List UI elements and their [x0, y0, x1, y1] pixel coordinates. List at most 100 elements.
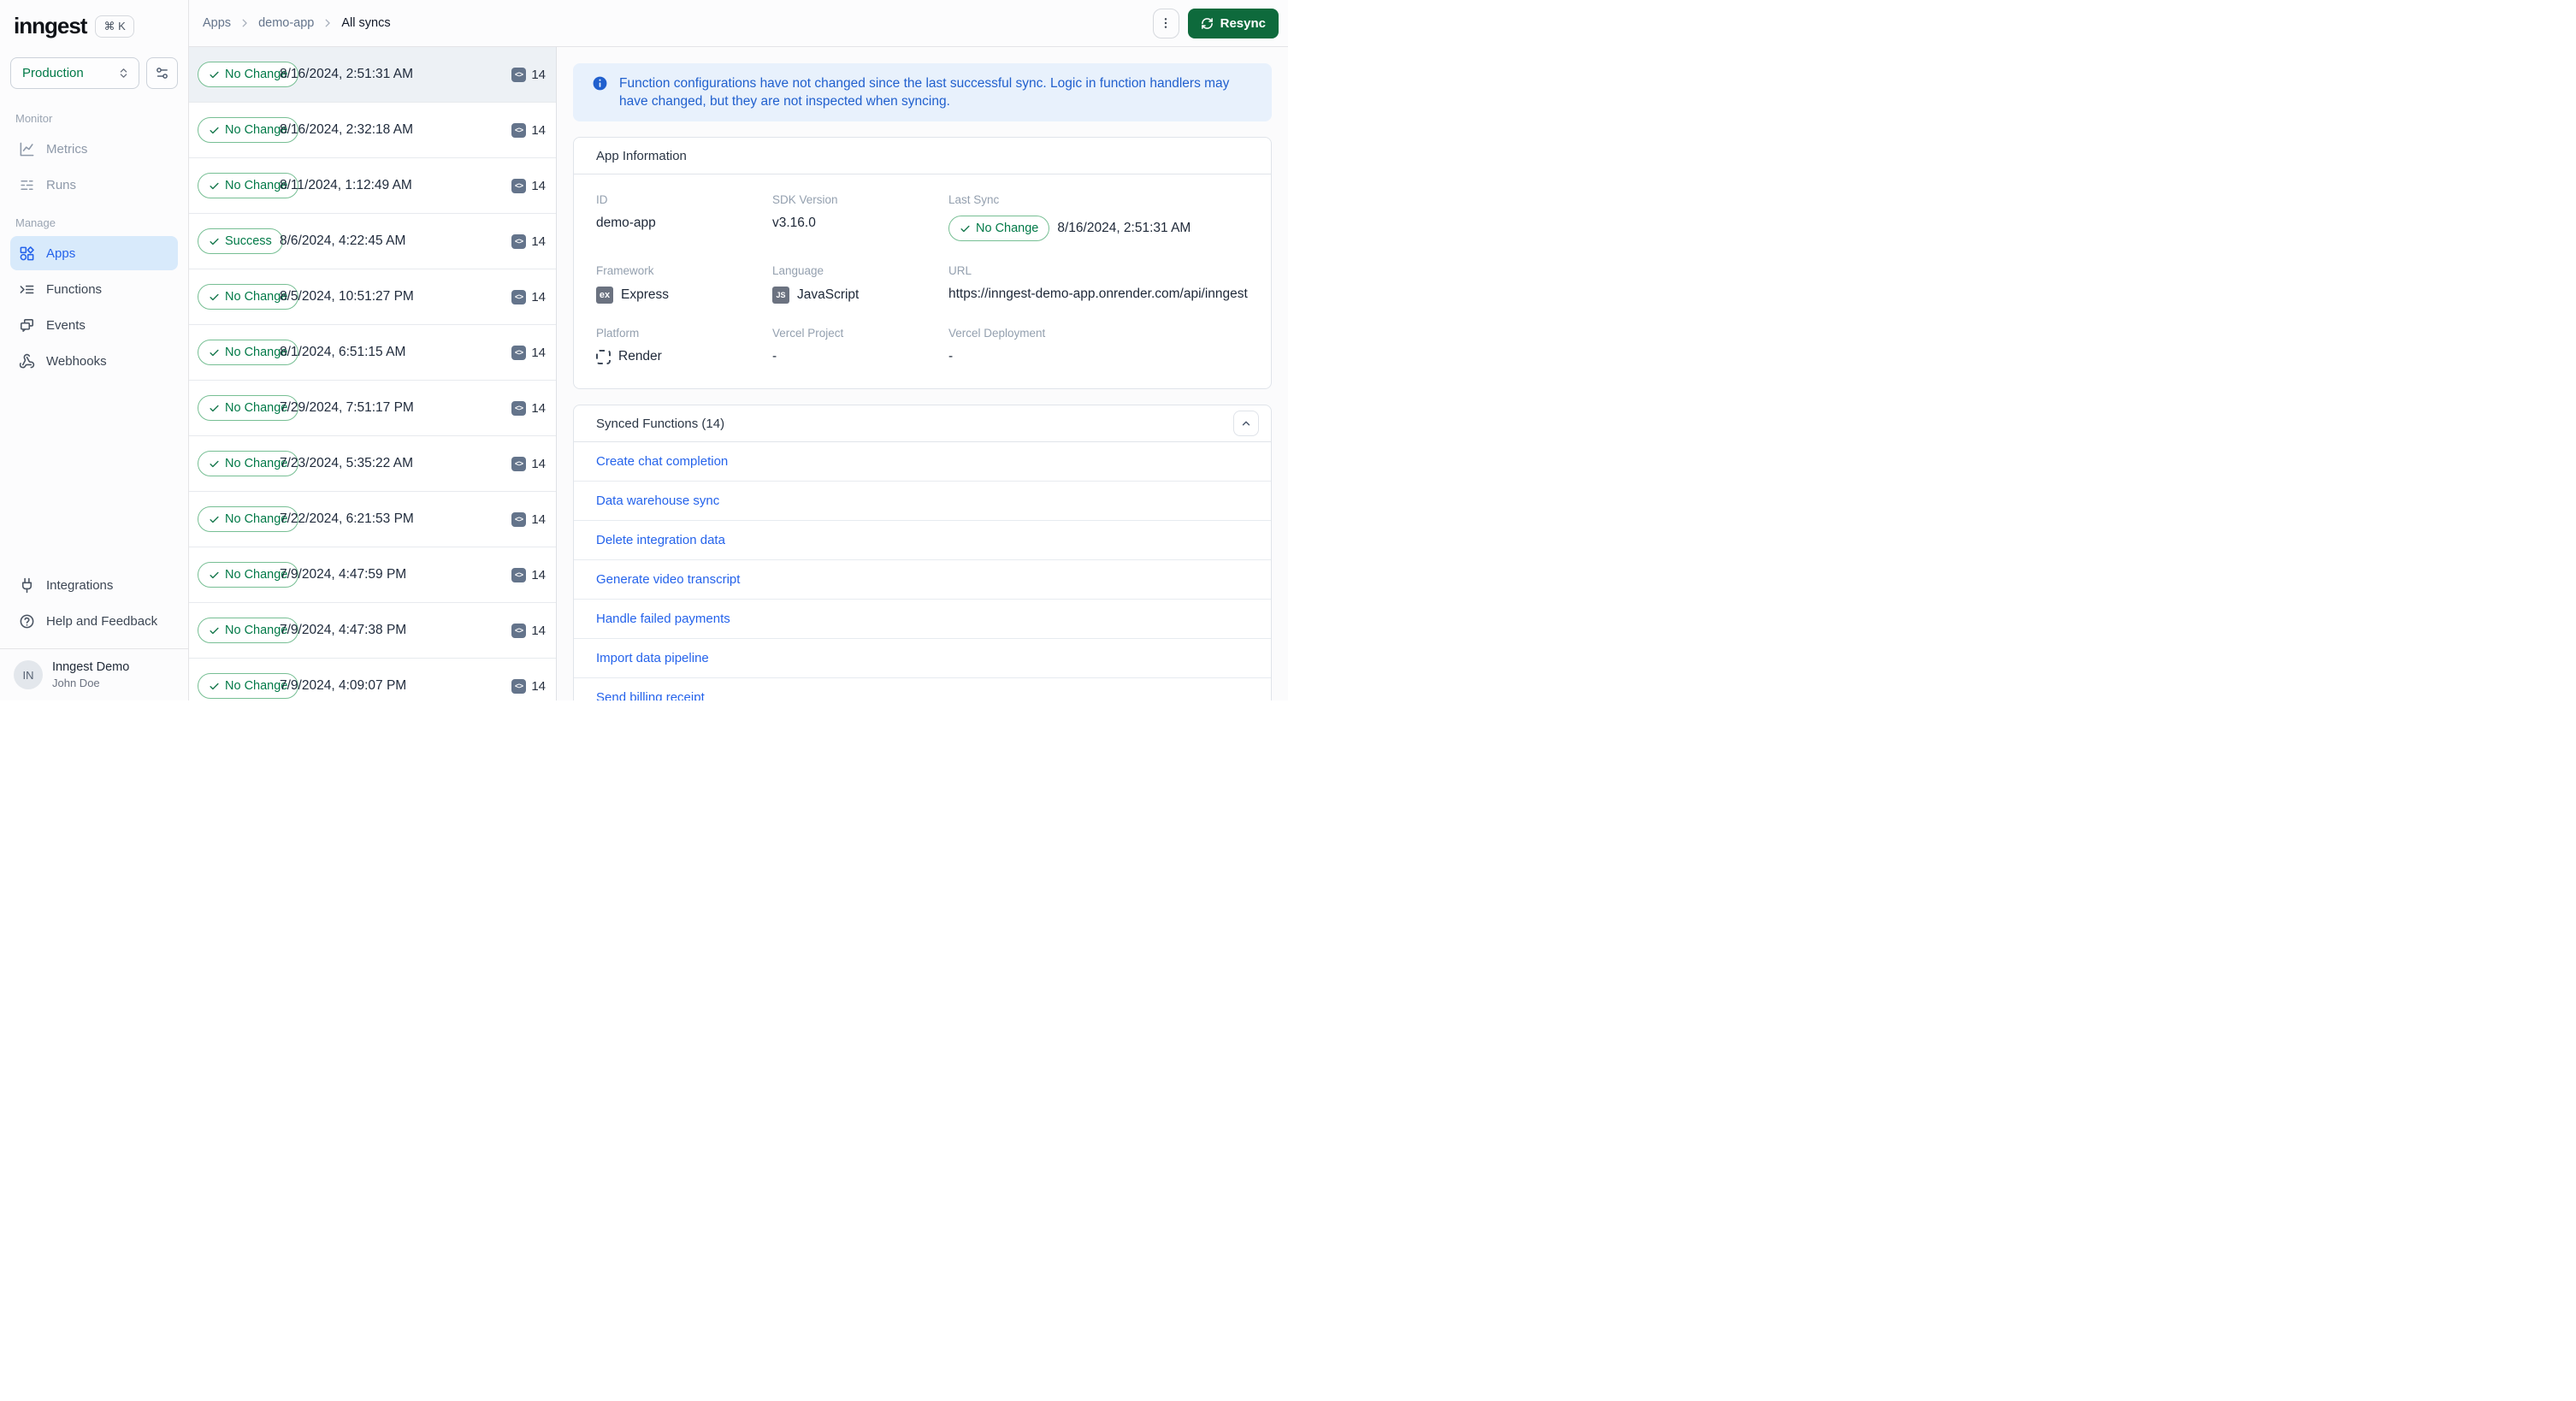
sync-list-item[interactable]: No Change 8/16/2024, 2:32:18 AM <> 14	[189, 103, 556, 158]
functions-icon	[19, 281, 35, 298]
code-icon: <>	[511, 178, 527, 193]
collapse-button[interactable]	[1233, 411, 1259, 436]
function-link[interactable]: Create chat completion	[596, 454, 728, 469]
function-row[interactable]: Data warehouse sync	[574, 482, 1271, 521]
command-k-shortcut[interactable]: ⌘ K	[95, 15, 134, 38]
info-icon	[592, 75, 608, 92]
sidebar-item-webhooks[interactable]: Webhooks	[10, 344, 178, 378]
sync-list-item[interactable]: Success 8/6/2024, 4:22:45 AM <> 14	[189, 214, 556, 269]
sync-function-count: <> 14	[511, 567, 546, 582]
function-row[interactable]: Generate video transcript	[574, 560, 1271, 600]
javascript-icon: JS	[772, 287, 789, 304]
check-icon	[210, 460, 219, 467]
breadcrumb-apps[interactable]: Apps	[203, 16, 231, 30]
synced-functions-card: Synced Functions (14) Create chat comple…	[573, 405, 1272, 700]
profile-menu[interactable]: IN Inngest Demo John Doe	[0, 649, 188, 700]
code-icon: <>	[511, 511, 527, 527]
sync-timestamp: 8/5/2024, 10:51:27 PM	[280, 289, 414, 304]
sync-function-count: <> 14	[511, 623, 546, 638]
breadcrumb: Apps demo-app All syncs	[203, 16, 391, 30]
main-panel: Function configurations have not changed…	[557, 47, 1288, 700]
function-row[interactable]: Import data pipeline	[574, 639, 1271, 678]
sync-list-item[interactable]: No Change 8/1/2024, 6:51:15 AM <> 14	[189, 325, 556, 381]
function-row[interactable]: Handle failed payments	[574, 600, 1271, 639]
field-language: Language JS JavaScript	[772, 264, 860, 304]
sidebar-item-functions[interactable]: Functions	[10, 272, 178, 306]
function-link[interactable]: Delete integration data	[596, 533, 725, 547]
sync-function-count: <> 14	[511, 400, 546, 416]
breadcrumb-demo-app[interactable]: demo-app	[258, 16, 314, 30]
environment-row: Production	[10, 57, 178, 89]
function-link[interactable]: Generate video transcript	[596, 572, 740, 587]
sync-function-count: <> 14	[511, 178, 546, 193]
check-icon	[210, 238, 219, 245]
function-link[interactable]: Send billing receipt	[596, 690, 705, 700]
sync-list-item[interactable]: No Change 7/23/2024, 5:35:22 AM <> 14	[189, 436, 556, 492]
sidebar-item-label: Runs	[46, 177, 77, 192]
chevron-right-icon	[239, 17, 251, 29]
more-options-button[interactable]	[1152, 8, 1179, 38]
sync-timestamp: 7/9/2024, 4:47:59 PM	[280, 567, 407, 582]
sidebar-item-label: Apps	[46, 245, 76, 261]
synced-functions-list: Create chat completion Data warehouse sy…	[574, 442, 1271, 700]
sidebar-item-apps[interactable]: Apps	[10, 236, 178, 270]
runs-icon	[19, 177, 35, 193]
field-framework: Framework ex Express	[596, 264, 669, 304]
field-id: ID demo-app	[596, 193, 656, 230]
code-icon: <>	[511, 289, 527, 304]
sidebar-item-events[interactable]: Events	[10, 308, 178, 342]
topbar: Apps demo-app All syncs Resync	[189, 0, 1288, 47]
sidebar-item-label: Help and Feedback	[46, 613, 158, 629]
logo-row: inngest ⌘ K	[0, 13, 188, 39]
app-information-header: App Information	[574, 138, 1271, 174]
function-row[interactable]: Send billing receipt	[574, 678, 1271, 700]
sync-function-count: <> 14	[511, 456, 546, 471]
sync-function-count: <> 14	[511, 122, 546, 138]
sidebar-item-runs[interactable]: Runs	[10, 168, 178, 202]
profile-org: Inngest Demo	[52, 660, 130, 674]
sidebar-item-integrations[interactable]: Integrations	[10, 568, 178, 602]
render-icon	[596, 349, 611, 364]
kebab-icon	[1159, 16, 1173, 30]
function-link[interactable]: Data warehouse sync	[596, 494, 719, 508]
sync-list-item[interactable]: No Change 8/16/2024, 2:51:31 AM <> 14	[189, 47, 556, 103]
check-icon	[960, 225, 970, 232]
sync-timestamp: 7/29/2024, 7:51:17 PM	[280, 400, 414, 415]
avatar: IN	[14, 660, 43, 689]
sidebar-item-metrics[interactable]: Metrics	[10, 132, 178, 166]
function-row[interactable]: Create chat completion	[574, 442, 1271, 482]
sync-list-item[interactable]: No Change 8/11/2024, 1:12:49 AM <> 14	[189, 158, 556, 214]
sync-list-item[interactable]: No Change 7/9/2024, 4:09:07 PM <> 14	[189, 659, 556, 700]
sidebar-item-help[interactable]: Help and Feedback	[10, 604, 178, 638]
topbar-actions: Resync	[1152, 8, 1279, 38]
nav-section-manage: Manage	[15, 216, 56, 229]
sync-timestamp: 7/9/2024, 4:47:38 PM	[280, 623, 407, 637]
app-information-card: App Information ID demo-app SDK Version …	[573, 137, 1272, 389]
synced-functions-header: Synced Functions (14)	[574, 405, 1271, 442]
environment-settings-button[interactable]	[146, 57, 178, 89]
check-icon	[210, 182, 219, 189]
sync-function-count: <> 14	[511, 678, 546, 694]
check-icon	[210, 627, 219, 634]
field-sdk-version: SDK Version v3.16.0	[772, 193, 838, 230]
resync-button[interactable]: Resync	[1187, 8, 1279, 38]
function-row[interactable]: Delete integration data	[574, 521, 1271, 560]
synced-functions-title: Synced Functions (14)	[596, 416, 725, 431]
function-link[interactable]: Handle failed payments	[596, 612, 730, 626]
sync-list-item[interactable]: No Change 8/5/2024, 10:51:27 PM <> 14	[189, 269, 556, 325]
breadcrumb-all-syncs: All syncs	[341, 16, 391, 30]
sync-list-item[interactable]: No Change 7/9/2024, 4:47:38 PM <> 14	[189, 603, 556, 659]
function-link[interactable]: Import data pipeline	[596, 651, 709, 665]
sync-timestamp: 7/22/2024, 6:21:53 PM	[280, 511, 414, 526]
sidebar: inngest ⌘ K Production Monitor Metrics R…	[0, 0, 189, 700]
check-icon	[210, 293, 219, 300]
sync-list-item[interactable]: No Change 7/29/2024, 7:51:17 PM <> 14	[189, 381, 556, 436]
environment-selector[interactable]: Production	[10, 57, 139, 89]
sync-list-item[interactable]: No Change 7/22/2024, 6:21:53 PM <> 14	[189, 492, 556, 547]
sync-list-item[interactable]: No Change 7/9/2024, 4:47:59 PM <> 14	[189, 547, 556, 603]
app-root: inngest ⌘ K Production Monitor Metrics R…	[0, 0, 1288, 700]
sidebar-item-label: Events	[46, 317, 86, 333]
help-icon	[19, 613, 35, 630]
code-icon: <>	[511, 234, 527, 249]
sidebar-item-label: Integrations	[46, 577, 114, 593]
